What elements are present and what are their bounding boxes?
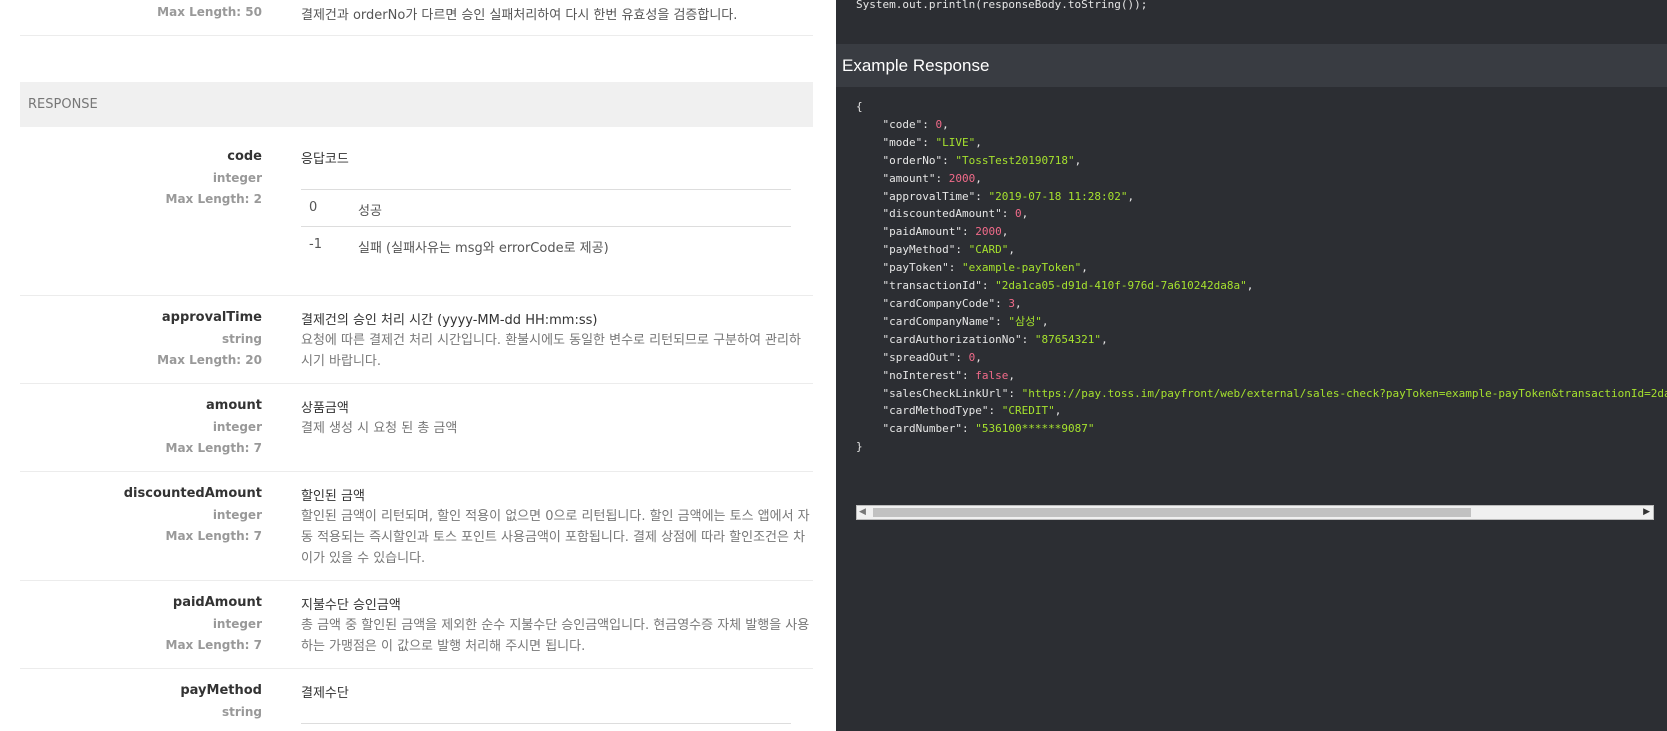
json-line: "payMethod": "CARD", — [882, 243, 1015, 257]
param-type: string — [221, 332, 262, 346]
json-line: "cardMethodType": "CREDIT", — [882, 404, 1062, 418]
param-type: string — [221, 705, 262, 719]
json-line: "cardCompanyCode": 3, — [882, 296, 1022, 310]
param-desc: 할인된 금액이 리턴되며, 할인 적용이 없으면 0으로 리턴됩니다. 할인 금… — [301, 509, 810, 566]
param-maxlen: Max Length: 50 — [157, 5, 262, 19]
param-title: 할인된 금액 — [301, 489, 365, 504]
param-name: code — [227, 149, 262, 164]
param-name: paidAmount — [172, 595, 262, 610]
json-line: "transactionId": "2da1ca05-d91d-410f-976… — [882, 279, 1254, 293]
example-response-json: { "code": 0, "mode": "LIVE", "orderNo": … — [856, 98, 1667, 456]
param-maxlen: Max Length: 7 — [165, 441, 262, 455]
json-line: "amount": 2000, — [882, 171, 982, 185]
param-type: integer — [212, 171, 262, 185]
scroll-right-icon[interactable]: ▶ — [1643, 507, 1650, 517]
param-row-paymethod: payMethod string 결제수단 — [20, 668, 813, 731]
json-line: "noInterest": false, — [882, 368, 1015, 382]
code-value: 0 — [309, 200, 318, 215]
scrollbar-thumb[interactable] — [873, 508, 1471, 517]
param-desc: 요청에 따른 결제건 처리 시간입니다. 환불시에도 동일한 변수로 리턴되므로… — [301, 333, 801, 369]
param-name: payMethod — [180, 683, 262, 698]
table-row: -1 실패 (실패사유는 msg와 errorCode로 제공) — [301, 227, 791, 263]
code-value: -1 — [309, 237, 322, 252]
param-row-orderno: Max Length: 50 결제건과 orderNo가 다르면 승인 실패처리… — [20, 0, 813, 36]
param-title: 지불수단 승인금액 — [301, 598, 401, 613]
code-label: 성공 — [358, 204, 382, 219]
param-type: integer — [212, 617, 262, 631]
api-doc-panel: Max Length: 50 결제건과 orderNo가 다르면 승인 실패처리… — [0, 0, 836, 731]
example-response-title: Example Response — [842, 56, 990, 75]
param-row-amount: amount integer Max Length: 7 상품금액 결제 생성 … — [20, 383, 813, 472]
json-line: "discountedAmount": 0, — [882, 207, 1029, 221]
param-name: approvalTime — [161, 310, 262, 325]
table-row: 0 성공 — [301, 190, 791, 227]
param-row-paidamount: paidAmount integer Max Length: 7 지불수단 승인… — [20, 580, 813, 669]
json-line: "code": 0, — [882, 117, 949, 131]
param-title: 응답코드 — [301, 152, 349, 167]
param-type: integer — [212, 508, 262, 522]
param-title: 결제건의 승인 처리 시간 (yyyy-MM-dd HH:mm:ss) — [301, 313, 598, 328]
json-line: "orderNo": "TossTest20190718", — [882, 153, 1082, 167]
param-title: 상품금액 — [301, 401, 349, 416]
param-maxlen: Max Length: 7 — [165, 638, 262, 652]
param-maxlen: Max Length: 2 — [165, 192, 262, 206]
param-row-code: code integer Max Length: 2 응답코드 0 성공 -1 … — [20, 127, 813, 296]
code-panel: System.out.println(responseBody.toString… — [836, 0, 1667, 731]
json-line: "payToken": "example-payToken", — [882, 261, 1088, 275]
json-line: "mode": "LIVE", — [882, 135, 982, 149]
horizontal-scrollbar[interactable]: ◀ ▶ — [856, 505, 1654, 520]
json-line: "cardCompanyName": "삼성", — [882, 314, 1049, 328]
param-desc: 결제 생성 시 요청 된 총 금액 — [301, 421, 458, 436]
param-name: amount — [206, 398, 262, 413]
param-name: discountedAmount — [123, 486, 262, 501]
param-desc: 총 금액 중 할인된 금액을 제외한 순수 지불수단 승인금액입니다. 현금영수… — [301, 618, 810, 654]
json-line: "cardNumber": "536100******9087" — [882, 422, 1095, 436]
json-line: "cardAuthorizationNo": "87654321", — [882, 332, 1108, 346]
json-close-brace: } — [856, 440, 863, 454]
param-desc: 결제건과 orderNo가 다르면 승인 실패처리하여 다시 한번 유효성을 검… — [301, 8, 738, 23]
param-maxlen: Max Length: 20 — [157, 353, 262, 367]
request-code-snippet: System.out.println(responseBody.toString… — [856, 0, 1148, 11]
json-line: "spreadOut": 0, — [882, 350, 982, 364]
scroll-left-icon[interactable]: ◀ — [859, 507, 866, 517]
json-line: "paidAmount": 2000, — [882, 225, 1009, 239]
code-values-table: 0 성공 -1 실패 (실패사유는 msg와 errorCode로 제공) — [301, 189, 791, 263]
json-line: "salesCheckLinkUrl": "https://pay.toss.i… — [882, 386, 1667, 400]
example-response-header: Example Response — [836, 44, 1667, 87]
response-section-header: RESPONSE — [20, 82, 813, 127]
code-label: 실패 (실패사유는 msg와 errorCode로 제공) — [358, 241, 609, 256]
param-row-discountedamount: discountedAmount integer Max Length: 7 할… — [20, 471, 813, 581]
param-title: 결제수단 — [301, 686, 349, 701]
param-maxlen: Max Length: 7 — [165, 529, 262, 543]
table-divider — [301, 723, 791, 724]
param-type: integer — [212, 420, 262, 434]
param-row-approvaltime: approvalTime string Max Length: 20 결제건의 … — [20, 295, 813, 384]
json-open-brace: { — [856, 100, 863, 113]
json-line: "approvalTime": "2019-07-18 11:28:02", — [882, 189, 1135, 203]
